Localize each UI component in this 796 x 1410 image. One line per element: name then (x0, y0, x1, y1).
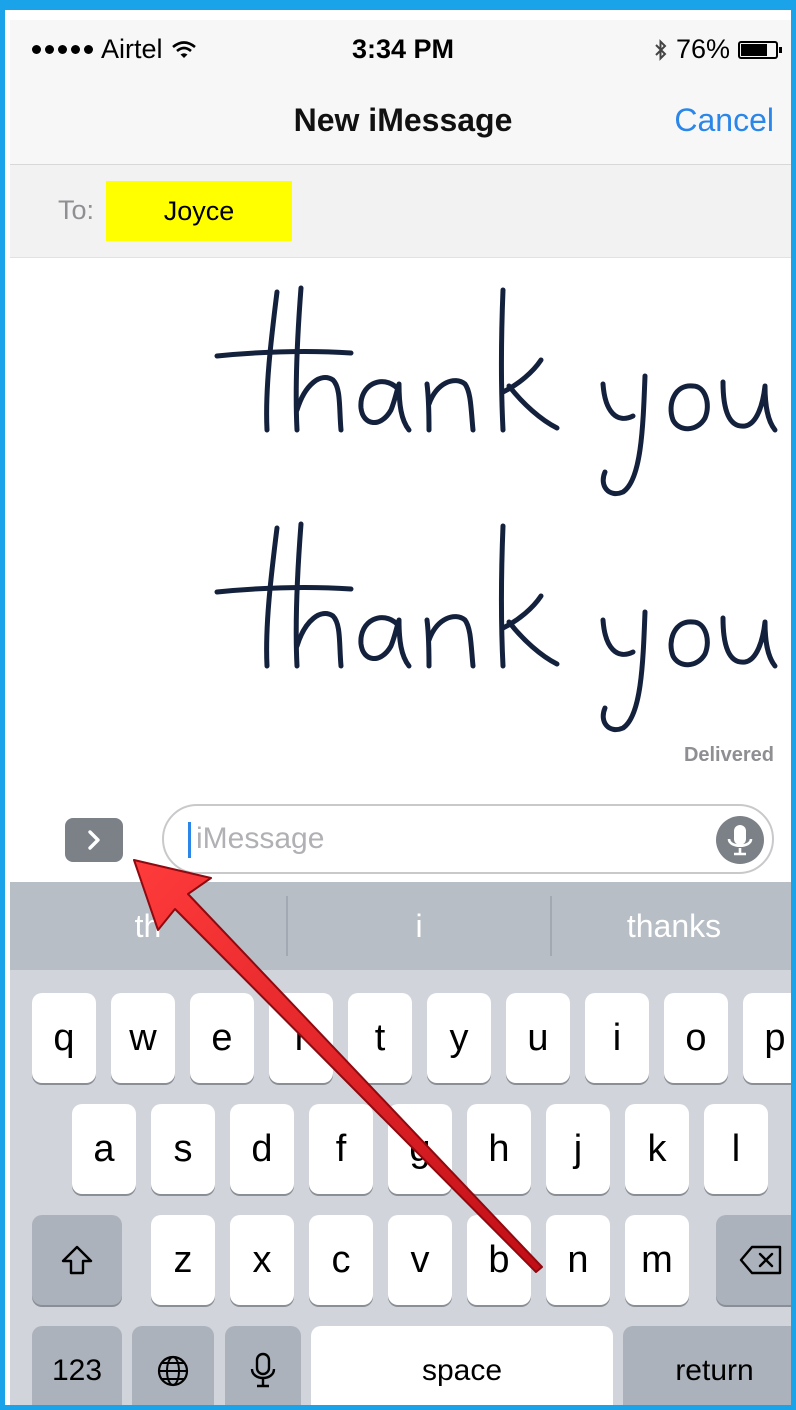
key-h[interactable]: h (467, 1104, 531, 1194)
backspace-icon (739, 1245, 782, 1275)
cancel-button[interactable]: Cancel (674, 102, 774, 139)
key-l[interactable]: l (704, 1104, 768, 1194)
keyboard: th i thanks q w e r t y u i o p a s d f … (10, 882, 791, 1405)
prediction-suggestion[interactable]: i (288, 882, 550, 970)
key-i[interactable]: i (585, 993, 649, 1083)
key-x[interactable]: x (230, 1215, 294, 1305)
message-placeholder: iMessage (196, 822, 325, 855)
globe-icon (157, 1355, 189, 1387)
battery-percent: 76% (675, 34, 730, 64)
globe-key[interactable] (132, 1326, 214, 1405)
shift-key[interactable] (32, 1215, 122, 1305)
space-key[interactable]: space (311, 1326, 613, 1405)
numbers-key[interactable]: 123 (32, 1326, 122, 1405)
recipient-chip[interactable]: Joyce (106, 181, 292, 241)
key-y[interactable]: y (427, 993, 491, 1083)
key-u[interactable]: u (506, 993, 570, 1083)
key-n[interactable]: n (546, 1215, 610, 1305)
status-bar: Airtel 3:34 PM 76% (10, 20, 791, 82)
navigation-bar: New iMessage Cancel (10, 82, 791, 165)
phone-screen: Airtel 3:34 PM 76% New iMessage Cancel T… (10, 20, 791, 1405)
bluetooth-icon (655, 38, 667, 61)
key-q[interactable]: q (32, 993, 96, 1083)
key-g[interactable]: g (388, 1104, 452, 1194)
expand-button[interactable] (65, 818, 123, 862)
key-z[interactable]: z (151, 1215, 215, 1305)
key-a[interactable]: a (72, 1104, 136, 1194)
predictive-bar: th i thanks (10, 882, 791, 970)
key-o[interactable]: o (664, 993, 728, 1083)
key-e[interactable]: e (190, 993, 254, 1083)
message-input[interactable]: iMessage (162, 804, 774, 874)
prediction-suggestion[interactable]: th (10, 882, 286, 970)
key-t[interactable]: t (348, 993, 412, 1083)
key-p[interactable]: p (743, 993, 791, 1083)
handwritten-message[interactable] (205, 516, 785, 736)
delete-key[interactable] (716, 1215, 791, 1305)
to-label: To: (58, 195, 95, 225)
text-cursor (188, 822, 191, 858)
prediction-suggestion[interactable]: thanks (552, 882, 791, 970)
key-f[interactable]: f (309, 1104, 373, 1194)
chevron-right-icon (88, 830, 100, 850)
key-c[interactable]: c (309, 1215, 373, 1305)
compose-bar: iMessage (10, 798, 791, 882)
key-v[interactable]: v (388, 1215, 452, 1305)
screenshot-frame: Airtel 3:34 PM 76% New iMessage Cancel T… (0, 0, 796, 1410)
shift-arrow-icon (61, 1245, 93, 1275)
key-s[interactable]: s (151, 1104, 215, 1194)
return-key[interactable]: return (623, 1326, 791, 1405)
microphone-icon (250, 1352, 276, 1388)
key-d[interactable]: d (230, 1104, 294, 1194)
key-m[interactable]: m (625, 1215, 689, 1305)
key-b[interactable]: b (467, 1215, 531, 1305)
message-thread: Delivered (10, 258, 791, 798)
delivery-status: Delivered (683, 744, 774, 766)
key-w[interactable]: w (111, 993, 175, 1083)
dictation-key[interactable] (225, 1326, 301, 1405)
microphone-icon (727, 825, 753, 856)
handwritten-message[interactable] (205, 280, 785, 500)
key-r[interactable]: r (269, 993, 333, 1083)
battery-icon (738, 40, 782, 59)
status-right: 76% (654, 34, 782, 65)
key-k[interactable]: k (625, 1104, 689, 1194)
recipient-field[interactable]: To: Joyce (10, 165, 791, 258)
dictation-button[interactable] (716, 816, 764, 864)
key-j[interactable]: j (546, 1104, 610, 1194)
